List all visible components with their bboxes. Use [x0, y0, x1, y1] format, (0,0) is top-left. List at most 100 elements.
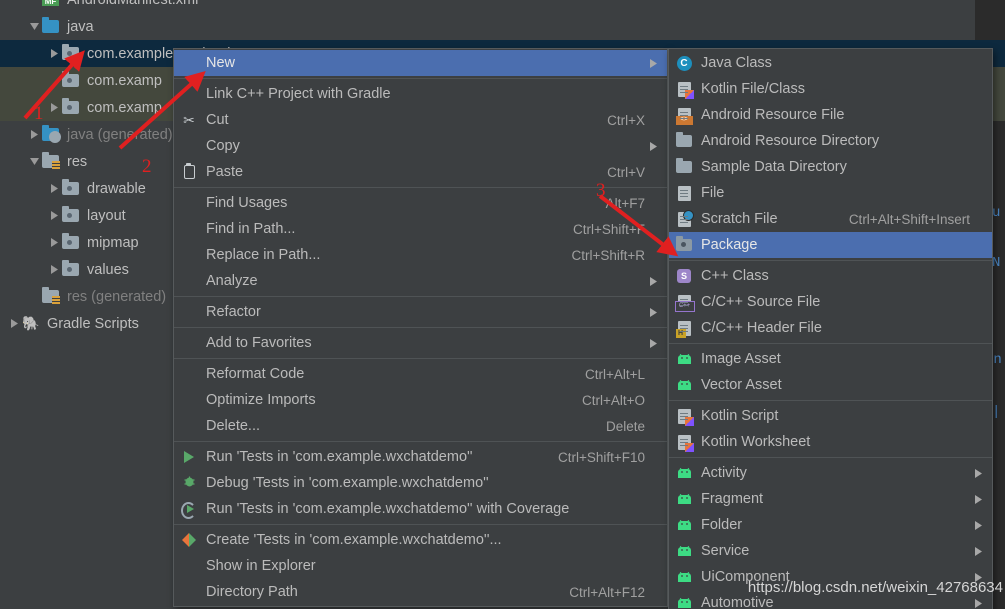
menu-item-label: C/C++ Source File: [695, 294, 970, 310]
tree-item-androidmanifest-xml[interactable]: MFAndroidManifest.xml: [0, 0, 1005, 13]
menu-item-label: Sample Data Directory: [695, 159, 970, 175]
clipboard-icon: [178, 165, 200, 179]
menu-item-kotlin-file-class[interactable]: Kotlin File/Class: [669, 76, 992, 102]
menu-item-java-class[interactable]: CJava Class: [669, 50, 992, 76]
chevron-right-icon[interactable]: [46, 235, 62, 251]
create-test-icon: [178, 533, 200, 547]
menu-item-file[interactable]: File: [669, 180, 992, 206]
menu-item-label: Package: [695, 237, 970, 253]
menu-item-c-c-header-file[interactable]: C/C++ Header File: [669, 315, 992, 341]
tree-item-java[interactable]: java: [0, 13, 1005, 40]
menu-item-label: Show in Explorer: [200, 558, 645, 574]
package-icon: [62, 261, 82, 278]
editor-code-fragment: u: [992, 205, 1003, 221]
java-class-icon: C: [673, 56, 695, 71]
menu-item-shortcut: Ctrl+Shift+F: [555, 222, 645, 237]
menu-item-label: Scratch File: [695, 211, 831, 227]
menu-item-refactor[interactable]: Refactor: [174, 299, 667, 325]
menu-item-label: Kotlin Worksheet: [695, 434, 970, 450]
menu-item-reformat-code[interactable]: Reformat CodeCtrl+Alt+L: [174, 361, 667, 387]
menu-item-folder[interactable]: Folder: [669, 512, 992, 538]
menu-item-show-in-explorer[interactable]: Show in Explorer: [174, 553, 667, 579]
menu-item-sample-data-directory[interactable]: Sample Data Directory: [669, 154, 992, 180]
chevron-right-icon[interactable]: [46, 181, 62, 197]
menu-item-label: New: [200, 55, 645, 71]
menu-item-label: Android Resource Directory: [695, 133, 970, 149]
menu-item-package[interactable]: Package: [669, 232, 992, 258]
file-icon: [673, 186, 695, 201]
menu-item-shortcut: Ctrl+Shift+F10: [540, 450, 645, 465]
tree-item-label: values: [87, 262, 129, 278]
res-folder-icon: [42, 288, 62, 305]
menu-item-label: Analyze: [200, 273, 645, 289]
menu-item-new[interactable]: New: [174, 50, 667, 76]
tree-item-label: layout: [87, 208, 126, 224]
project-context-menu[interactable]: New Link C++ Project with Gradle ✂CutCtrl+…: [173, 48, 668, 607]
menu-item-activity[interactable]: Activity: [669, 460, 992, 486]
menu-item-link-c-project-with-gradle[interactable]: Link C++ Project with Gradle: [174, 81, 667, 107]
kotlin-file-icon: [673, 409, 695, 424]
menu-item-android-resource-file[interactable]: Android Resource File: [669, 102, 992, 128]
gradle-elephant-icon: 🐘: [22, 315, 42, 332]
menu-item-image-asset[interactable]: Image Asset: [669, 346, 992, 372]
menu-separator: [174, 296, 667, 297]
menu-item-run-tests-in-com-example-wxchatdemo-with-coverag[interactable]: Run 'Tests in 'com.example.wxchatdemo'' …: [174, 496, 667, 522]
menu-item-label: Java Class: [695, 55, 970, 71]
submenu-arrow-icon: [645, 59, 661, 68]
annotation-number: 1: [34, 103, 44, 125]
menu-item-analyze[interactable]: Analyze: [174, 268, 667, 294]
menu-item-label: Refactor: [200, 304, 645, 320]
menu-item-optimize-imports[interactable]: Optimize ImportsCtrl+Alt+O: [174, 387, 667, 413]
menu-item-find-usages[interactable]: Find UsagesAlt+F7: [174, 190, 667, 216]
menu-item-shortcut: Delete: [588, 419, 645, 434]
coverage-icon: [178, 502, 200, 516]
menu-item-create-tests-in-com-example-wxchatdemo[interactable]: Create 'Tests in 'com.example.wxchatdemo…: [174, 527, 667, 553]
manifest-file-icon: MF: [42, 0, 62, 8]
menu-item-fragment[interactable]: Fragment: [669, 486, 992, 512]
chevron-right-icon[interactable]: [46, 208, 62, 224]
menu-item-label: Add to Favorites: [200, 335, 645, 351]
new-submenu[interactable]: CJava ClassKotlin File/ClassAndroid Reso…: [668, 48, 993, 609]
menu-item-paste[interactable]: PasteCtrl+V: [174, 159, 667, 185]
menu-item-cut[interactable]: ✂CutCtrl+X: [174, 107, 667, 133]
tree-item-label: res (generated): [67, 289, 166, 305]
menu-item-kotlin-script[interactable]: Kotlin Script: [669, 403, 992, 429]
chevron-right-icon[interactable]: [6, 316, 22, 332]
menu-item-kotlin-worksheet[interactable]: Kotlin Worksheet: [669, 429, 992, 455]
menu-item-run-tests-in-com-example-wxchatdemo[interactable]: Run 'Tests in 'com.example.wxchatdemo''C…: [174, 444, 667, 470]
scissors-icon: ✂: [178, 112, 200, 129]
chevron-down-icon[interactable]: [26, 154, 42, 170]
menu-item-find-in-path[interactable]: Find in Path...Ctrl+Shift+F: [174, 216, 667, 242]
debug-icon: [178, 475, 200, 491]
menu-item-service[interactable]: Service: [669, 538, 992, 564]
menu-item-delete[interactable]: Delete...Delete: [174, 413, 667, 439]
chevron-right-icon[interactable]: [46, 46, 62, 62]
menu-item-debug-tests-in-com-example-wxchatdemo[interactable]: Debug 'Tests in 'com.example.wxchatdemo'…: [174, 470, 667, 496]
android-icon: [673, 354, 695, 365]
chevron-right-icon[interactable]: [46, 100, 62, 116]
menu-item-c-class[interactable]: SC++ Class: [669, 263, 992, 289]
menu-item-shortcut: Ctrl+Alt+L: [567, 367, 645, 382]
menu-item-android-resource-directory[interactable]: Android Resource Directory: [669, 128, 992, 154]
menu-item-directory-path[interactable]: Directory PathCtrl+Alt+F12: [174, 579, 667, 605]
menu-item-copy[interactable]: Copy: [174, 133, 667, 159]
android-icon: [673, 546, 695, 557]
tree-item-label: java (generated): [67, 127, 173, 143]
menu-item-replace-in-path[interactable]: Replace in Path...Ctrl+Shift+R: [174, 242, 667, 268]
chevron-down-icon[interactable]: [26, 19, 42, 35]
menu-item-scratch-file[interactable]: Scratch FileCtrl+Alt+Shift+Insert: [669, 206, 992, 232]
chevron-right-icon[interactable]: [46, 262, 62, 278]
tree-item-label: res: [67, 154, 87, 170]
menu-item-vector-asset[interactable]: Vector Asset: [669, 372, 992, 398]
menu-item-label: Automotive: [695, 595, 970, 609]
submenu-arrow-icon: [970, 495, 986, 504]
menu-item-label: Link C++ Project with Gradle: [200, 86, 645, 102]
menu-separator: [669, 343, 992, 344]
chevron-right-icon[interactable]: [26, 127, 42, 143]
menu-item-label: Copy: [200, 138, 645, 154]
menu-item-add-to-favorites[interactable]: Add to Favorites: [174, 330, 667, 356]
menu-item-label: C/C++ Header File: [695, 320, 970, 336]
tree-item-label: Gradle Scripts: [47, 316, 139, 332]
menu-item-label: Directory Path: [200, 584, 551, 600]
menu-item-c-c-source-file[interactable]: C/C++ Source File: [669, 289, 992, 315]
